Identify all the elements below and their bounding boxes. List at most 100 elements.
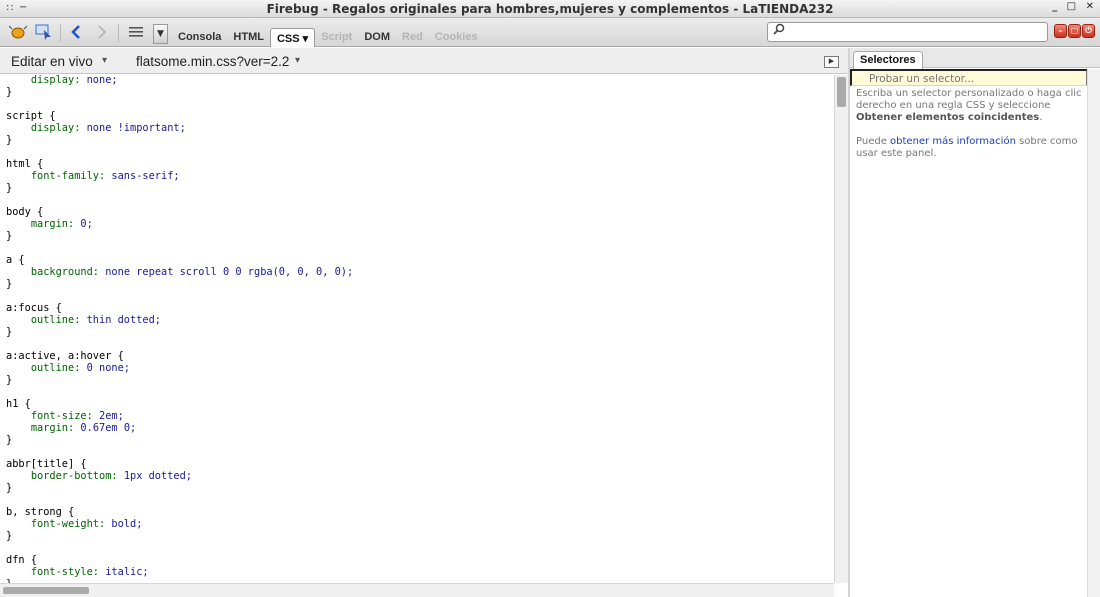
css-rule[interactable]: a:active, a:hover { outline: 0 none;}: [6, 350, 130, 386]
css-property[interactable]: outline:: [31, 314, 87, 326]
css-property[interactable]: margin:: [31, 422, 81, 434]
css-rule[interactable]: a { background: none repeat scroll 0 0 r…: [6, 254, 353, 290]
tab-dom[interactable]: DOM: [358, 28, 396, 47]
tab-css[interactable]: CSS ▾: [269, 28, 316, 47]
menu-lines-icon[interactable]: [126, 23, 146, 41]
css-rule[interactable]: script { display: none !important;}: [6, 110, 186, 146]
css-rule-close: }: [6, 182, 13, 194]
css-value[interactable]: 1px dotted;: [124, 470, 192, 482]
css-selector[interactable]: dfn {: [6, 554, 149, 566]
css-property[interactable]: display:: [31, 122, 87, 134]
detach-firebug-icon[interactable]: ▢: [1068, 24, 1081, 38]
css-rule[interactable]: b, strong { font-weight: bold;}: [6, 506, 142, 542]
close-firebug-icon[interactable]: ⏻: [1082, 24, 1095, 38]
scrollbar-thumb[interactable]: [3, 587, 89, 594]
tab-cookies[interactable]: Cookies: [429, 28, 484, 47]
css-rule[interactable]: a:focus { outline: thin dotted;}: [6, 302, 161, 338]
css-value[interactable]: italic;: [105, 566, 148, 578]
scrollbar-thumb[interactable]: [837, 77, 846, 107]
css-rule[interactable]: body { margin: 0;}: [6, 206, 93, 242]
minimize-firebug-icon[interactable]: –: [1054, 24, 1067, 38]
css-selector[interactable]: h1 {: [6, 398, 136, 410]
search-input[interactable]: [767, 22, 1048, 42]
tab-selectores[interactable]: Selectores: [853, 51, 923, 69]
css-declaration[interactable]: outline: thin dotted;: [6, 314, 161, 326]
css-selector[interactable]: a {: [6, 254, 353, 266]
more-info-link[interactable]: obtener más información: [890, 136, 1016, 147]
css-property[interactable]: outline:: [31, 362, 87, 374]
tab-script[interactable]: Script: [315, 28, 358, 47]
css-value[interactable]: thin dotted;: [87, 314, 161, 326]
edit-live-dropdown-icon[interactable]: ▾: [102, 55, 107, 66]
css-selector[interactable]: a:active, a:hover {: [6, 350, 130, 362]
css-selector[interactable]: body {: [6, 206, 93, 218]
css-declaration[interactable]: margin: 0.67em 0;: [6, 422, 136, 434]
css-value[interactable]: 0;: [80, 218, 92, 230]
minimize-icon[interactable]: _: [1052, 1, 1057, 12]
stylesheet-selector[interactable]: flatsome.min.css?ver=2.2: [136, 54, 289, 69]
css-declaration[interactable]: font-weight: bold;: [6, 518, 143, 530]
tab-red[interactable]: Red: [396, 28, 429, 47]
css-rule[interactable]: h1 { font-size: 2em; margin: 0.67em 0;}: [6, 398, 136, 446]
css-declaration[interactable]: font-style: italic;: [6, 566, 149, 578]
inspect-icon[interactable]: [34, 23, 54, 41]
back-arrow-icon[interactable]: [66, 23, 86, 41]
css-declaration[interactable]: border-bottom: 1px dotted;: [6, 470, 192, 482]
css-declaration[interactable]: margin: 0;: [6, 218, 93, 230]
css-value[interactable]: none;: [87, 75, 118, 86]
css-source-pane[interactable]: display: none;} script { display: none !i…: [0, 75, 834, 583]
css-declaration[interactable]: display: none;: [6, 75, 118, 86]
chevron-down-icon[interactable]: ▼: [153, 24, 168, 44]
css-value[interactable]: none repeat scroll 0 0 rgba(0, 0, 0, 0);: [105, 266, 353, 278]
tab-html[interactable]: HTML: [227, 28, 270, 47]
css-property[interactable]: border-bottom:: [31, 470, 124, 482]
side-vertical-scrollbar[interactable]: [1087, 69, 1100, 597]
css-declaration[interactable]: display: none !important;: [6, 122, 186, 134]
css-selector[interactable]: b, strong {: [6, 506, 142, 518]
forward-arrow-icon[interactable]: [92, 23, 112, 41]
css-rule-close: }: [6, 278, 13, 290]
maximize-icon[interactable]: □: [1067, 1, 1076, 12]
side-tabbar: Selectores: [850, 48, 1100, 69]
toggle-side-panel-icon[interactable]: ▶: [824, 56, 839, 68]
css-value[interactable]: 0 none;: [87, 362, 130, 374]
tab-consola[interactable]: Consola: [172, 28, 227, 47]
firebug-window-controls: – ▢ ⏻: [1053, 24, 1095, 38]
firebug-icon[interactable]: [8, 23, 28, 41]
panel-tabs: Consola HTML CSS ▾ Script DOM Red Cookie…: [172, 28, 484, 47]
css-property[interactable]: background:: [31, 266, 105, 278]
css-property[interactable]: display:: [31, 75, 87, 86]
css-value[interactable]: 2em;: [99, 410, 124, 422]
edit-live-button[interactable]: Editar en vivo: [11, 54, 93, 69]
css-declaration[interactable]: background: none repeat scroll 0 0 rgba(…: [6, 266, 353, 278]
stylesheet-dropdown-icon[interactable]: ▾: [295, 55, 300, 66]
css-rule[interactable]: html { font-family: sans-serif;}: [6, 158, 180, 194]
css-declaration[interactable]: font-family: sans-serif;: [6, 170, 180, 182]
help-paragraph-2: Puede obtener más información sobre como…: [856, 136, 1078, 159]
selector-input[interactable]: [850, 69, 1088, 86]
toolbar-separator: [118, 24, 119, 42]
css-declaration[interactable]: font-size: 2em;: [6, 410, 136, 422]
css-selector[interactable]: html {: [6, 158, 180, 170]
vertical-scrollbar[interactable]: [834, 75, 848, 583]
css-property[interactable]: font-size:: [31, 410, 99, 422]
close-icon[interactable]: ✕: [1086, 1, 1094, 12]
css-property[interactable]: margin:: [31, 218, 81, 230]
css-property[interactable]: font-style:: [31, 566, 105, 578]
horizontal-scrollbar[interactable]: [0, 583, 834, 597]
toolbar-separator: [60, 24, 61, 42]
css-declaration[interactable]: outline: 0 none;: [6, 362, 130, 374]
css-selector[interactable]: script {: [6, 110, 186, 122]
css-rule[interactable]: abbr[title] { border-bottom: 1px dotted;…: [6, 458, 192, 494]
css-value[interactable]: sans-serif;: [111, 170, 179, 182]
css-selector[interactable]: a:focus {: [6, 302, 161, 314]
css-rule[interactable]: dfn { font-style: italic;}: [6, 554, 149, 583]
css-value[interactable]: bold;: [111, 518, 142, 530]
css-selector[interactable]: abbr[title] {: [6, 458, 192, 470]
css-property[interactable]: font-family:: [31, 170, 112, 182]
css-property[interactable]: font-weight:: [31, 518, 112, 530]
css-value[interactable]: none !important;: [87, 122, 186, 134]
css-value[interactable]: 0.67em 0;: [80, 422, 136, 434]
css-rule[interactable]: display: none;}: [6, 75, 118, 98]
css-rule-close: }: [6, 482, 13, 494]
